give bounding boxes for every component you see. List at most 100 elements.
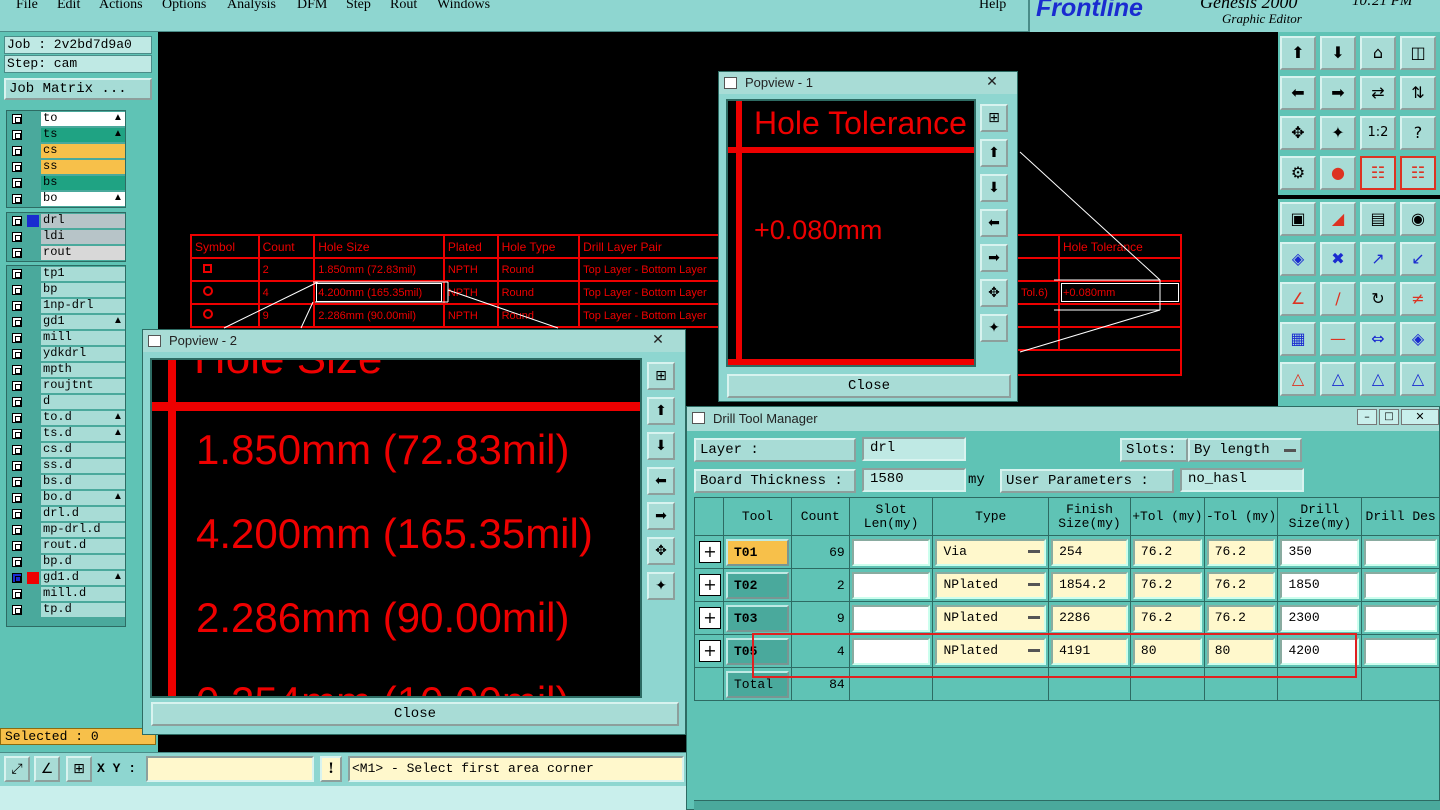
layer-checkbox[interactable] (12, 573, 22, 583)
layer-row-1np-drl[interactable]: 1np-drl (7, 298, 125, 314)
board-thickness-field[interactable]: 1580 (862, 468, 966, 492)
drill-size-field[interactable]: 1850 (1280, 571, 1360, 599)
maximize-icon[interactable]: □ (1379, 409, 1399, 425)
layer-checkbox[interactable] (12, 130, 22, 140)
popview-1-titlebar[interactable]: Popview - 1 (719, 72, 1017, 94)
layer-checkbox[interactable] (12, 413, 22, 423)
layer-name[interactable]: ss (41, 160, 125, 174)
pan-left-icon[interactable]: ⬅ (1280, 76, 1316, 110)
mirror-icon[interactable]: ⇅ (1400, 76, 1436, 110)
layer-name[interactable]: rout (41, 246, 125, 260)
triangle-c-icon[interactable]: △ (1360, 362, 1396, 396)
layer-checkbox[interactable] (12, 429, 22, 439)
drill-size-field[interactable]: 2300 (1280, 604, 1360, 632)
layer-checkbox[interactable] (12, 232, 22, 242)
pan-down-icon[interactable]: ⬇ (980, 174, 1008, 202)
layer-checkbox[interactable] (12, 178, 22, 188)
menu-rout[interactable]: Rout (390, 0, 417, 13)
pan-up-icon[interactable]: ⬆ (980, 139, 1008, 167)
slot-len-field[interactable] (851, 571, 931, 599)
pan-right-icon[interactable]: ➡ (647, 502, 675, 530)
layer-checkbox[interactable] (12, 146, 22, 156)
layer-checkbox[interactable] (12, 445, 22, 455)
popview-1-view[interactable]: Hole Tolerance +0.080mm (726, 99, 976, 367)
plus-tol-field[interactable]: 76.2 (1132, 604, 1202, 632)
layer-checkbox[interactable] (12, 605, 22, 615)
layer-name[interactable]: roujtnt (41, 379, 125, 393)
layer-row-cs.d[interactable]: cs.d (7, 442, 125, 458)
layer-checkbox[interactable] (12, 216, 22, 226)
expand-icon[interactable]: + (699, 574, 721, 596)
layer-checkbox[interactable] (12, 349, 22, 359)
zoom-fit-icon[interactable]: ✥ (647, 537, 675, 565)
layer-row-tp1[interactable]: tp1 (7, 266, 125, 282)
line-icon[interactable]: ∕ (1320, 282, 1356, 316)
minus-tol-field[interactable]: 76.2 (1206, 538, 1276, 566)
minimize-icon[interactable]: – (1357, 409, 1377, 425)
type-dropdown[interactable]: NPlated (935, 571, 1047, 599)
xy-input[interactable] (146, 756, 314, 782)
layer-checkbox[interactable] (12, 301, 22, 311)
layer-name[interactable]: bs (41, 176, 125, 190)
layer-checkbox[interactable] (12, 269, 22, 279)
layer-row-rout.d[interactable]: rout.d (7, 538, 125, 554)
zoom-fit-icon[interactable]: ✥ (980, 279, 1008, 307)
layer-row-tp.d[interactable]: tp.d (7, 602, 125, 618)
layer-row-drl[interactable]: drl (7, 213, 125, 229)
layer-name[interactable]: rout.d (41, 539, 125, 553)
layer-row-bp[interactable]: bp (7, 282, 125, 298)
layer-row-ldi[interactable]: ldi (7, 229, 125, 245)
layer-checkbox[interactable] (12, 317, 22, 327)
zoom-center-icon[interactable]: ✦ (1320, 116, 1356, 150)
tool-button[interactable]: T03 (726, 604, 789, 632)
display-settings-icon[interactable]: ☷ (1400, 156, 1436, 190)
layer-field[interactable]: drl (862, 437, 966, 461)
pad-icon[interactable]: ▦ (1280, 322, 1316, 356)
zoom-fit-icon[interactable]: ✥ (1280, 116, 1316, 150)
layer-row-bs.d[interactable]: bs.d (7, 474, 125, 490)
layer-name[interactable]: d (41, 395, 125, 409)
expand-icon[interactable]: + (699, 640, 721, 662)
tool-button[interactable]: T01 (726, 538, 789, 566)
menu-dfm[interactable]: DFM (297, 0, 327, 13)
dimension-icon[interactable]: ⇔ (1360, 322, 1396, 356)
layer-checkbox[interactable] (12, 285, 22, 295)
pan-left-icon[interactable]: ⬅ (647, 467, 675, 495)
pan-left-icon[interactable]: ⬅ (980, 209, 1008, 237)
slots-dropdown[interactable]: By length (1188, 438, 1302, 462)
palette-icon[interactable]: ⚙ (1280, 156, 1316, 190)
layer-checkbox[interactable] (12, 381, 22, 391)
drill-des-field[interactable] (1364, 538, 1437, 566)
layer-name[interactable]: ss.d (41, 459, 125, 473)
pan-up-icon[interactable]: ⬆ (647, 397, 675, 425)
ruler-icon[interactable]: ▤ (1360, 202, 1396, 236)
group-icon[interactable]: ◈ (1400, 322, 1436, 356)
close-icon[interactable]: ✕ (643, 332, 673, 349)
layer-name[interactable]: bp.d (41, 555, 125, 569)
layer-row-bo.d[interactable]: bo.d ▲ (7, 490, 125, 506)
popview-2-close-button[interactable]: Close (151, 702, 679, 726)
layer-checkbox[interactable] (12, 589, 22, 599)
menu-actions[interactable]: Actions (99, 0, 143, 13)
zoom-area-icon[interactable]: ⤢ (4, 756, 30, 782)
layer-name[interactable]: bp (41, 283, 125, 297)
layer-row-mill.d[interactable]: mill.d (7, 586, 125, 602)
zoom-in-icon[interactable]: ⊞ (980, 104, 1008, 132)
layer-row-roujtnt[interactable]: roujtnt (7, 378, 125, 394)
layer-checkbox[interactable] (12, 541, 22, 551)
layer-name[interactable]: ydkdrl (41, 347, 125, 361)
layer-row-ts.d[interactable]: ts.d ▲ (7, 426, 125, 442)
type-dropdown[interactable]: Via (935, 538, 1047, 566)
layer-row-rout[interactable]: rout (7, 245, 125, 261)
layer-checkbox[interactable] (12, 477, 22, 487)
layer-name[interactable]: tp1 (41, 267, 125, 281)
slot-len-field[interactable] (851, 604, 931, 632)
menu-step[interactable]: Step (346, 0, 371, 13)
drill-des-field[interactable] (1364, 604, 1437, 632)
display-filter-icon[interactable]: ☷ (1360, 156, 1396, 190)
help-icon[interactable]: ? (1400, 116, 1436, 150)
popview-2-view[interactable]: Hole Size 1.850mm (72.83mil) 4.200mm (16… (150, 358, 642, 698)
zoom-in-icon[interactable]: ⊞ (647, 362, 675, 390)
minus-tol-field[interactable]: 76.2 (1206, 571, 1276, 599)
select-icon[interactable]: ▣ (1280, 202, 1316, 236)
